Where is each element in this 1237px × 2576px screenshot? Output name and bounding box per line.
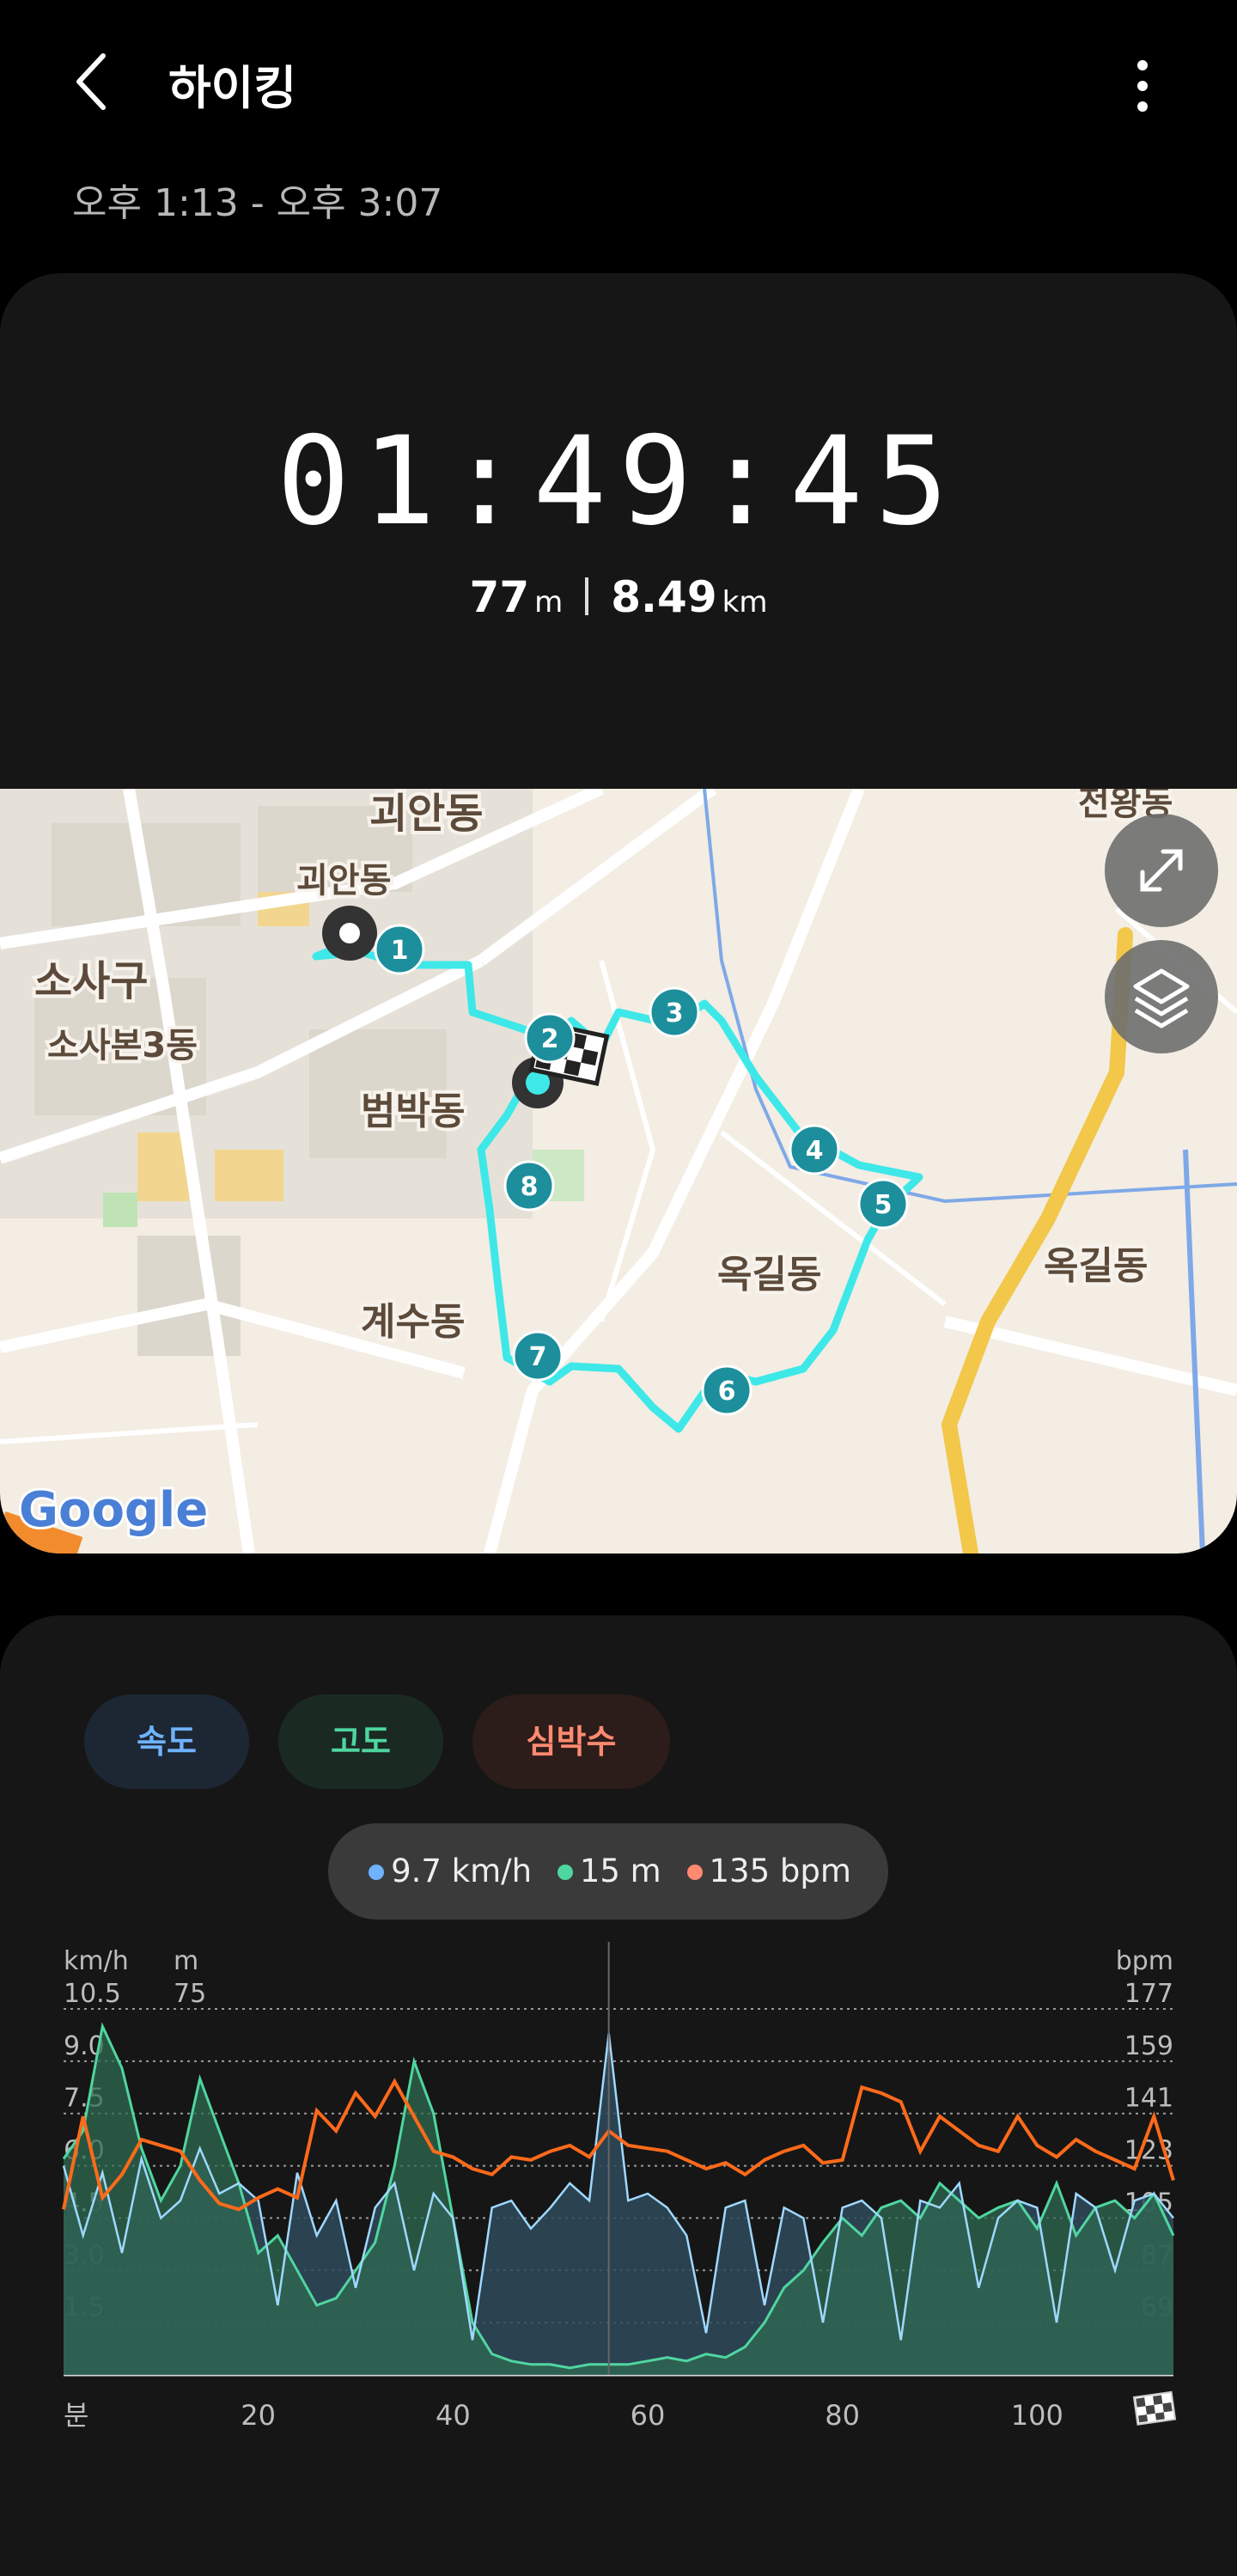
km-marker: 2 [524, 1012, 576, 1064]
page-title: 하이킹 [168, 61, 297, 115]
tab-speed[interactable]: 속도 [84, 1694, 249, 1789]
km-marker: 3 [649, 986, 700, 1038]
x-axis-unit-label: 분 [64, 2399, 88, 2432]
y-tick-label: 141 [1124, 2084, 1173, 2114]
svg-text:2: 2 [541, 1024, 559, 1054]
place-label: 괴안동 [369, 790, 483, 838]
elevation-unit: m [534, 585, 564, 620]
route-map[interactable]: 괴안동 괴안동 소사구 소사본3동 범박동 계수동 옥길동 옥길동 전왕동 1 … [0, 789, 1237, 1554]
tab-altitude[interactable]: 고도 [278, 1694, 443, 1789]
map-layers-button[interactable] [1105, 940, 1218, 1053]
place-label: 소사본3동 [47, 1026, 198, 1065]
y-axis-unit-label: km/h [64, 1946, 129, 1976]
svg-text:7: 7 [529, 1342, 547, 1372]
svg-text:6: 6 [718, 1377, 736, 1407]
km-marker: 1 [374, 924, 425, 975]
svg-text:1: 1 [391, 936, 409, 966]
x-tick-label: 20 [241, 2399, 276, 2432]
more-options-icon[interactable] [1117, 52, 1168, 120]
svg-text:3: 3 [666, 998, 684, 1029]
km-marker: 6 [701, 1364, 753, 1416]
svg-text:4: 4 [806, 1136, 824, 1166]
activity-chart[interactable]: km/hmbpm10.51779.01597.51416.01234.51053… [0, 1942, 1237, 2576]
y-tick-label: 159 [1124, 2031, 1173, 2061]
distance-value: 8.49 [611, 572, 717, 622]
top-bar: 하이킹 [0, 0, 1237, 172]
finish-flag-icon [1132, 2390, 1177, 2426]
stats-row: 77 m 8.49 km [0, 572, 1237, 622]
y-axis-unit-label: bpm [1116, 1946, 1173, 1976]
place-label: 범박동 [361, 1090, 465, 1133]
km-marker: 7 [512, 1330, 564, 1382]
heart-dot-icon [686, 1864, 703, 1880]
km-marker: 5 [857, 1178, 909, 1230]
x-tick-label: 100 [1011, 2399, 1063, 2432]
chart-card: 속도 고도 심박수 9.7 km/h 15 m 135 bpm km/h m bpm… [0, 1615, 1237, 2576]
place-label: 계수동 [361, 1300, 465, 1344]
back-arrow-icon[interactable] [60, 47, 129, 116]
place-label: 소사구 [34, 957, 148, 1005]
km-marker: 4 [789, 1124, 840, 1175]
google-logo: Google [19, 1482, 208, 1538]
y-tick-label: 75 [174, 1979, 206, 2009]
altitude-dot-icon [557, 1864, 573, 1880]
x-tick-label: 60 [631, 2399, 666, 2432]
expand-map-button[interactable] [1105, 814, 1218, 927]
y-tick-label: 177 [1124, 1979, 1173, 2009]
place-label: 옥길동 [1044, 1244, 1148, 1288]
duration-display: 01:49:45 [277, 411, 960, 552]
x-tick-label: 80 [825, 2399, 860, 2432]
y-axis-unit-label: m [174, 1946, 198, 1976]
svg-text:5: 5 [874, 1190, 893, 1220]
chart-tooltip: 9.7 km/h 15 m 135 bpm [328, 1823, 888, 1920]
svg-text:8: 8 [521, 1172, 539, 1202]
elevation-value: 77 [469, 572, 530, 622]
distance-unit: km [722, 585, 768, 620]
place-label: 옥길동 [717, 1253, 821, 1297]
summary-card: 01:49:45 77 m 8.49 km 괴안동 괴안동 소사구 소사본3동 … [0, 273, 1237, 1554]
time-range: 오후 1:13 - 오후 3:07 [72, 181, 443, 225]
x-tick-label: 40 [436, 2399, 471, 2432]
speed-dot-icon [369, 1864, 385, 1880]
km-marker: 8 [503, 1160, 555, 1212]
place-label: 괴안동 [296, 861, 391, 900]
y-tick-label: 10.5 [64, 1979, 121, 2009]
tab-heart-rate[interactable]: 심박수 [472, 1694, 670, 1789]
divider [585, 577, 589, 615]
